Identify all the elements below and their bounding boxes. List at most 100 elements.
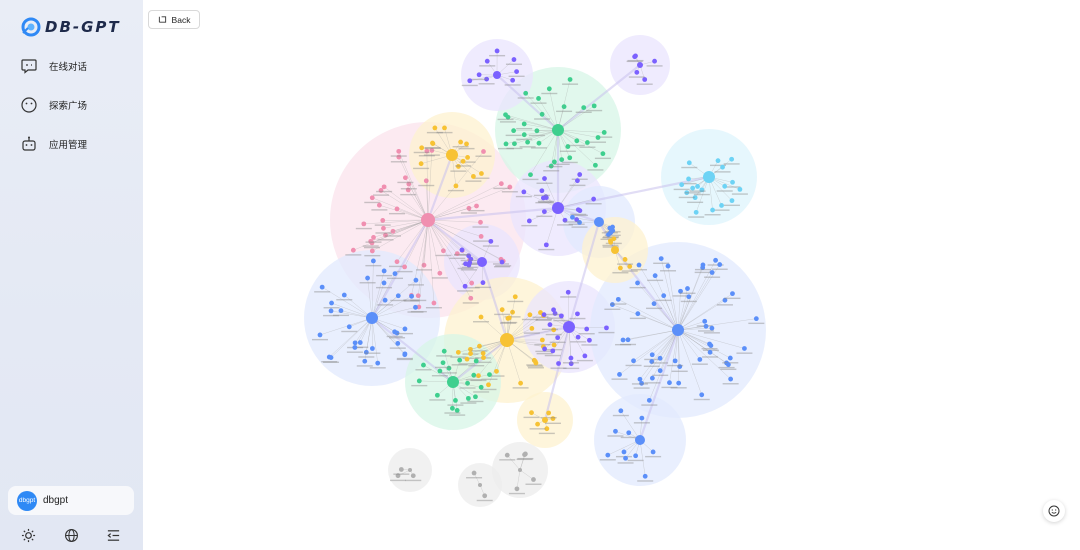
graph-node xyxy=(685,286,690,291)
graph-node xyxy=(658,256,664,262)
language-globe-icon[interactable] xyxy=(64,528,79,543)
graph-node xyxy=(551,159,557,165)
graph-node-label xyxy=(345,254,362,256)
graph-node xyxy=(413,277,419,283)
graph-node xyxy=(707,349,713,355)
graph-node-label xyxy=(341,330,358,333)
graph-node xyxy=(707,341,712,347)
graph-node-label xyxy=(519,146,536,148)
graph-node xyxy=(584,326,590,332)
graph-node xyxy=(618,408,624,414)
graph-node-label xyxy=(512,387,529,389)
float-feedback-button[interactable] xyxy=(1043,500,1065,522)
sidebar-item-explore[interactable]: 探索广场 xyxy=(20,95,87,115)
graph-node xyxy=(480,280,486,286)
graph-node xyxy=(514,69,520,75)
graph-node xyxy=(709,325,715,331)
graph-node-label xyxy=(550,367,567,369)
graph-node xyxy=(639,415,645,421)
graph-node xyxy=(402,264,408,270)
graph-node xyxy=(679,182,685,188)
graph-node xyxy=(695,184,700,189)
graph-node xyxy=(382,297,388,303)
graph-node xyxy=(575,311,580,317)
graph-node-label xyxy=(522,178,539,181)
graph-node-label xyxy=(407,311,424,313)
graph-node-label xyxy=(413,151,430,154)
graph-node-label xyxy=(476,499,493,502)
graph-node-label xyxy=(637,480,654,482)
graph-node-label xyxy=(647,279,664,282)
graph-node xyxy=(568,361,574,367)
app-logo[interactable]: DB-GPT xyxy=(20,16,121,38)
graph-node xyxy=(499,307,505,313)
graph-node xyxy=(605,452,611,458)
user-name: dbgpt xyxy=(43,495,69,506)
user-card[interactable]: dbgpt dbgpt xyxy=(8,486,134,515)
graph-node-label xyxy=(389,212,406,215)
graph-node xyxy=(551,307,556,313)
graph-node xyxy=(478,234,484,239)
back-button[interactable]: Back xyxy=(148,10,200,29)
graph-node-label xyxy=(679,292,696,294)
graph-node-label xyxy=(691,363,708,365)
graph-node-label xyxy=(645,455,662,458)
graph-node xyxy=(328,308,334,314)
graph-node-label xyxy=(629,286,646,289)
graph-node xyxy=(498,181,504,187)
graph-node xyxy=(479,171,484,176)
graph-node xyxy=(535,421,540,427)
graph-node-label xyxy=(365,264,382,267)
graph-node-label xyxy=(633,387,650,389)
graph-node-label xyxy=(363,246,380,249)
graph-node xyxy=(421,362,426,368)
graph-node xyxy=(574,138,580,144)
graph-node xyxy=(464,141,469,147)
graph-node-label xyxy=(605,242,622,245)
graph-node-label xyxy=(418,155,435,157)
theme-sun-icon[interactable] xyxy=(21,528,36,543)
graph-node-label xyxy=(720,368,737,371)
graph-node-label xyxy=(612,272,629,274)
graph-node-label xyxy=(468,209,485,212)
graph-node-label xyxy=(457,290,474,292)
graph-node-label xyxy=(355,227,372,230)
graph-node xyxy=(753,316,759,322)
graph-node-label xyxy=(681,166,698,169)
graph-node-label xyxy=(364,201,381,204)
graph-node-label xyxy=(358,356,375,358)
graph-node-label xyxy=(541,92,558,95)
graph-node xyxy=(488,238,494,244)
sidebar-item-chat[interactable]: 在线对话 xyxy=(20,56,87,76)
graph-node-label xyxy=(538,432,555,435)
graph-node-label xyxy=(482,245,499,247)
graph-node xyxy=(469,280,475,286)
graph-node xyxy=(527,312,533,318)
graph-node xyxy=(440,248,446,254)
graph-node-label xyxy=(568,144,585,147)
graph-node-label xyxy=(396,270,413,273)
sidebar-item-app-manage[interactable]: 应用管理 xyxy=(20,134,87,154)
graph-hub-node xyxy=(542,417,548,423)
graph-node xyxy=(697,357,703,362)
graph-node xyxy=(471,372,477,378)
graph-node-label xyxy=(356,365,373,367)
graph-node-label xyxy=(311,338,328,341)
graph-node-label xyxy=(748,322,765,325)
graph-node xyxy=(319,284,325,290)
graph-node xyxy=(369,240,375,246)
graph-node xyxy=(481,149,486,154)
collapse-menu-icon[interactable] xyxy=(106,528,121,543)
graph-node xyxy=(392,329,398,335)
graph-hub-node xyxy=(478,483,482,487)
graph-node xyxy=(617,372,622,377)
graph-node xyxy=(486,382,491,388)
knowledge-graph[interactable] xyxy=(143,0,1080,550)
graph-node xyxy=(568,355,574,361)
graph-node xyxy=(542,176,547,181)
graph-node xyxy=(550,348,556,354)
smile-icon xyxy=(1048,505,1060,517)
graph-node-label xyxy=(694,268,711,271)
graph-node-label xyxy=(529,428,546,430)
graph-node xyxy=(369,195,375,201)
